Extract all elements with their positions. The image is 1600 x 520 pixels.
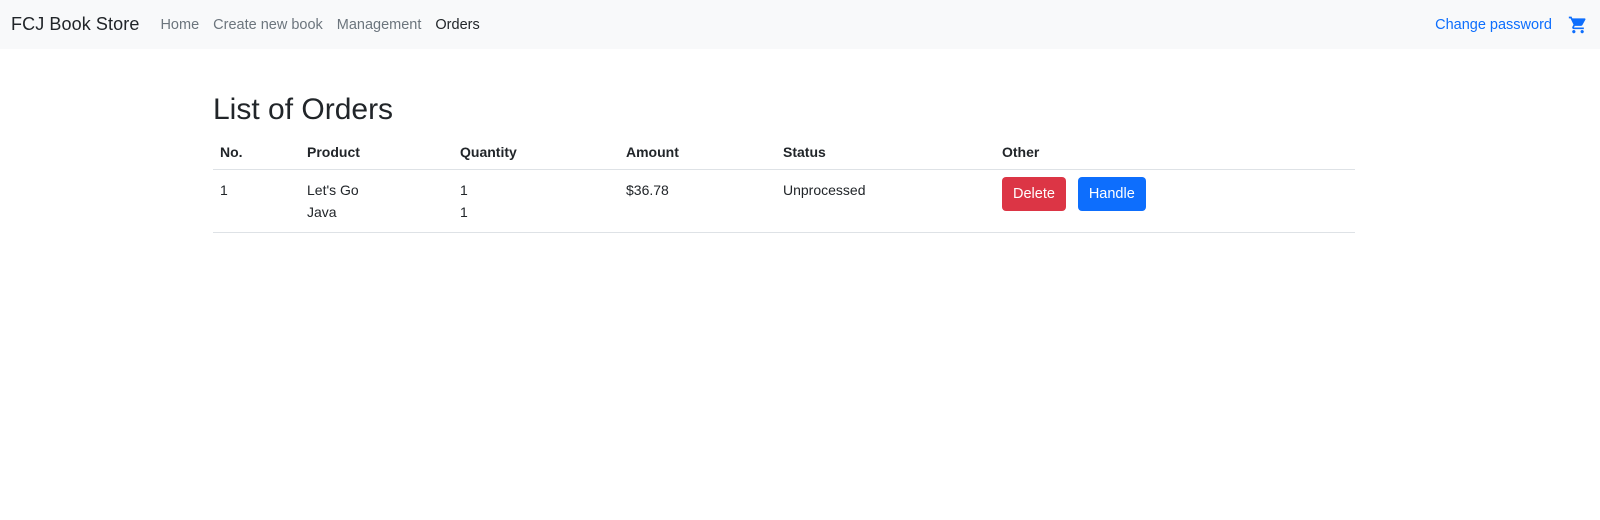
cell-no: 1 bbox=[213, 169, 300, 233]
shopping-cart-icon[interactable] bbox=[1568, 15, 1588, 35]
change-password-link[interactable]: Change password bbox=[1435, 17, 1552, 33]
handle-button[interactable]: Handle bbox=[1077, 177, 1146, 211]
table-row: 1 Let's Go Java 1 1 $36.78 Unprocessed D… bbox=[213, 169, 1355, 233]
nav-link-orders[interactable]: Orders bbox=[435, 17, 479, 33]
table-header-row: No. Product Quantity Amount Status Other bbox=[213, 138, 1355, 170]
main-content: List of Orders No. Product Quantity Amou… bbox=[213, 92, 1355, 233]
navbar: FCJ Book Store Home Create new book Mana… bbox=[0, 0, 1600, 49]
delete-button[interactable]: Delete bbox=[1002, 177, 1066, 211]
nav-link-management[interactable]: Management bbox=[337, 17, 422, 33]
page-title: List of Orders bbox=[213, 93, 394, 126]
product-item: Let's Go bbox=[307, 182, 359, 198]
product-item: Java bbox=[307, 204, 337, 220]
cell-status: Unprocessed bbox=[776, 169, 995, 233]
header-product: Product bbox=[300, 138, 453, 170]
header-other: Other bbox=[995, 138, 1355, 170]
quantity-item: 1 bbox=[460, 182, 468, 198]
brand[interactable]: FCJ Book Store bbox=[11, 14, 139, 35]
cell-quantities: 1 1 bbox=[453, 169, 619, 233]
nav-link-create-new-book[interactable]: Create new book bbox=[213, 17, 323, 33]
header-status: Status bbox=[776, 138, 995, 170]
orders-table: No. Product Quantity Amount Status Other… bbox=[213, 138, 1355, 233]
header-amount: Amount bbox=[619, 138, 776, 170]
nav-link-home[interactable]: Home bbox=[160, 17, 199, 33]
cell-amount: $36.78 bbox=[619, 169, 776, 233]
cell-products: Let's Go Java bbox=[300, 169, 453, 233]
quantity-item: 1 bbox=[460, 204, 468, 220]
header-quantity: Quantity bbox=[453, 138, 619, 170]
header-no: No. bbox=[213, 138, 300, 170]
cell-other: Delete Handle bbox=[995, 169, 1355, 233]
navbar-right: Change password bbox=[1435, 0, 1588, 49]
